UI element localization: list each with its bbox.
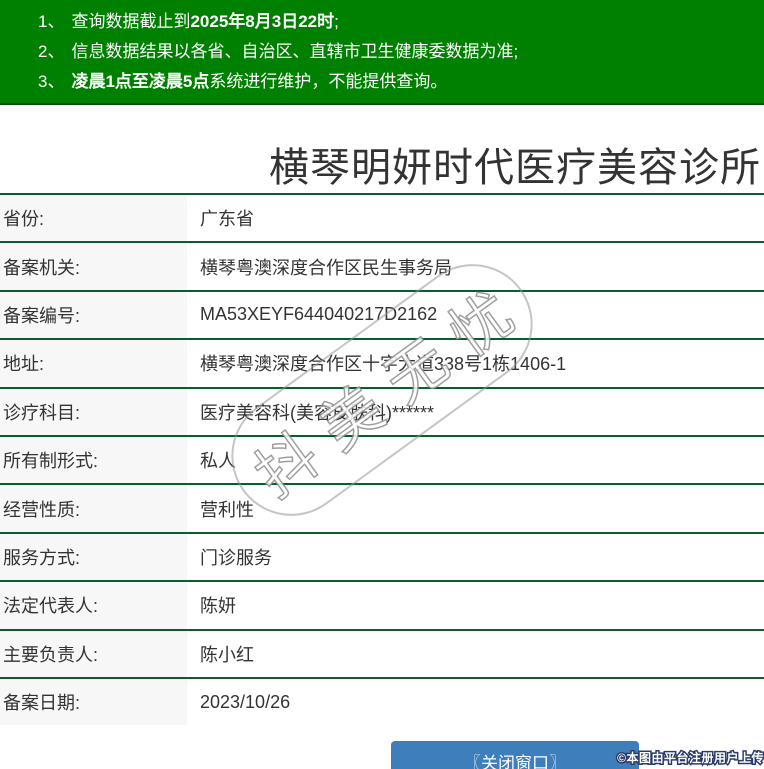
notice-text: ; — [334, 12, 339, 31]
row-label: 省份: — [0, 195, 187, 241]
notice-number: 3、 — [38, 72, 64, 91]
info-table: 省份: 广东省 备案机关: 横琴粤澳深度合作区民生事务局 备案编号: MA53X… — [0, 193, 764, 725]
row-label: 诊疗科目: — [0, 389, 187, 435]
table-row-main-person-in-charge: 主要负责人: 陈小红 — [0, 629, 764, 677]
table-row-legal-representative: 法定代表人: 陈妍 — [0, 580, 764, 628]
row-value: 医疗美容科(美容皮肤科)****** — [187, 389, 764, 435]
table-row-filing-date: 备案日期: 2023/10/26 — [0, 677, 764, 725]
close-window-button[interactable]: 〖关闭窗口〗 — [391, 741, 639, 769]
notice-item-1: 1、查询数据截止到2025年8月3日22时; — [38, 7, 764, 37]
row-value: 陈妍 — [187, 582, 764, 628]
row-label: 经营性质: — [0, 485, 187, 531]
notice-number: 2、 — [38, 42, 64, 61]
table-row-filing-authority: 备案机关: 横琴粤澳深度合作区民生事务局 — [0, 241, 764, 289]
row-value: 门诊服务 — [187, 534, 764, 580]
table-row-province: 省份: 广东省 — [0, 193, 764, 241]
row-value: MA53XEYF644040217D2162 — [187, 292, 764, 338]
row-label: 服务方式: — [0, 534, 187, 580]
notice-text-bold: 凌晨1点至凌晨5点 — [71, 72, 209, 91]
page-content: 1、查询数据截止到2025年8月3日22时; 2、信息数据结果以各省、自治区、直… — [0, 0, 764, 769]
row-value: 陈小红 — [187, 631, 764, 677]
title-band: 横琴明妍时代医疗美容诊所 — [0, 105, 764, 193]
table-row-service-mode: 服务方式: 门诊服务 — [0, 532, 764, 580]
row-value: 私人 — [187, 437, 764, 483]
row-value: 广东省 — [187, 195, 764, 241]
table-row-ownership: 所有制形式: 私人 — [0, 435, 764, 483]
row-value: 营利性 — [187, 485, 764, 531]
notice-text: 查询数据截止到 — [71, 12, 190, 31]
row-value: 横琴粤澳深度合作区民生事务局 — [187, 243, 764, 289]
notice-text: 系统进行维护，不能提供查询。 — [209, 72, 447, 91]
notice-number: 1、 — [38, 12, 64, 31]
row-label: 法定代表人: — [0, 582, 187, 628]
row-label: 备案机关: — [0, 243, 187, 289]
notice-text: 信息数据结果以各省、自治区、直辖市卫生健康委数据为准; — [71, 42, 518, 61]
row-label: 主要负责人: — [0, 631, 187, 677]
table-row-filing-number: 备案编号: MA53XEYF644040217D2162 — [0, 290, 764, 338]
row-value: 2023/10/26 — [187, 679, 764, 725]
table-row-address: 地址: 横琴粤澳深度合作区十字大道338号1栋1406-1 — [0, 338, 764, 386]
table-row-departments: 诊疗科目: 医疗美容科(美容皮肤科)****** — [0, 387, 764, 435]
row-value: 横琴粤澳深度合作区十字大道338号1栋1406-1 — [187, 340, 764, 386]
row-label: 备案日期: — [0, 679, 187, 725]
row-label: 地址: — [0, 340, 187, 386]
row-label: 所有制形式: — [0, 437, 187, 483]
notice-text-bold: 2025年8月3日22时 — [190, 12, 334, 31]
credit-watermark: ©本图由平台注册用户上传 — [617, 749, 764, 766]
notice-item-2: 2、信息数据结果以各省、自治区、直辖市卫生健康委数据为准; — [38, 37, 764, 67]
table-row-business-nature: 经营性质: 营利性 — [0, 483, 764, 531]
notice-banner: 1、查询数据截止到2025年8月3日22时; 2、信息数据结果以各省、自治区、直… — [0, 0, 764, 105]
row-label: 备案编号: — [0, 292, 187, 338]
notice-item-3: 3、凌晨1点至凌晨5点系统进行维护，不能提供查询。 — [38, 67, 764, 97]
page-viewport: 1、查询数据截止到2025年8月3日22时; 2、信息数据结果以各省、自治区、直… — [0, 0, 764, 769]
page-title: 横琴明妍时代医疗美容诊所 — [0, 105, 764, 193]
